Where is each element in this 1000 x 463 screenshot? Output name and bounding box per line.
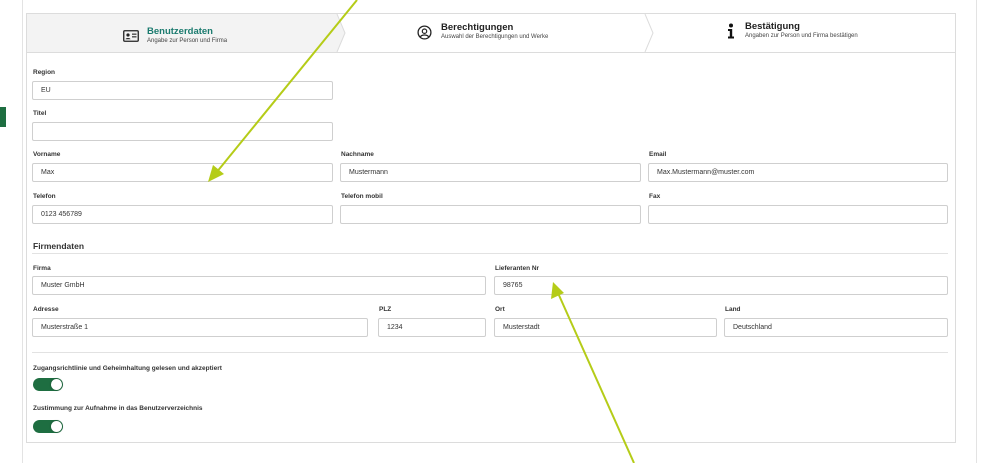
section-divider (32, 253, 948, 254)
email-input[interactable]: Max.Mustermann@muster.com (648, 163, 948, 182)
adresse-label: Adresse (33, 306, 59, 313)
telefon-input[interactable]: 0123 456789 (32, 205, 333, 224)
vorname-input[interactable]: Max (32, 163, 333, 182)
step-title: Benutzerdaten (147, 26, 213, 37)
step-separator (644, 14, 654, 52)
ort-label: Ort (495, 306, 505, 313)
plz-input[interactable]: 1234 (378, 318, 486, 337)
step-berechtigungen[interactable]: Berechtigungen Auswahl der Berechtigunge… (347, 14, 647, 52)
region-select[interactable]: EU (32, 81, 333, 100)
firma-label: Firma (33, 265, 51, 272)
lieferanten-nr-label: Lieferanten Nr (495, 265, 540, 272)
step-subtitle: Angaben zur Person und Firma bestätigen (745, 33, 858, 39)
step-title: Berechtigungen (441, 22, 514, 33)
plz-label: PLZ (379, 306, 392, 313)
step-benutzerdaten[interactable]: Benutzerdaten Angabe zur Person und Firm… (27, 14, 337, 52)
firmendaten-heading: Firmendaten (33, 241, 85, 251)
nachname-input[interactable]: Mustermann (340, 163, 641, 182)
step-separator (336, 14, 346, 52)
fax-label: Fax (649, 193, 661, 200)
firma-input[interactable]: Muster GmbH (32, 276, 486, 295)
zugang-toggle[interactable] (33, 378, 63, 391)
titel-label: Titel (33, 110, 47, 117)
titel-input[interactable] (32, 122, 333, 141)
info-icon (725, 23, 737, 39)
step-subtitle: Angabe zur Person und Firma (147, 38, 228, 44)
verzeichnis-toggle[interactable] (33, 420, 63, 433)
telefon-mobil-input[interactable] (340, 205, 641, 224)
fax-input[interactable] (648, 205, 948, 224)
toggle-knob (51, 379, 62, 390)
id-card-icon (123, 29, 139, 43)
region-label: Region (33, 69, 56, 76)
side-accent-tab (0, 107, 6, 127)
telefon-mobil-label: Telefon mobil (341, 193, 383, 200)
zugang-label: Zugangsrichtlinie und Geheimhaltung gele… (33, 365, 222, 372)
nachname-label: Nachname (341, 151, 374, 158)
land-label: Land (725, 306, 741, 313)
step-subtitle: Auswahl der Berechtigungen und Werke (441, 34, 549, 40)
step-bestaetigung[interactable]: Bestätigung Angaben zur Person und Firma… (655, 14, 955, 52)
telefon-label: Telefon (33, 193, 56, 200)
lieferanten-nr-input[interactable]: 98765 (494, 276, 948, 295)
vorname-label: Vorname (33, 151, 61, 158)
ort-input[interactable]: Musterstadt (494, 318, 717, 337)
adresse-input[interactable]: Musterstraße 1 (32, 318, 368, 337)
verzeichnis-label: Zustimmung zur Aufnahme in das Benutzerv… (33, 405, 203, 412)
at-sign-icon (415, 23, 433, 41)
registration-card: Benutzerdaten Angabe zur Person und Firm… (26, 13, 956, 443)
toggle-knob (51, 421, 62, 432)
section-divider (32, 352, 948, 353)
step-title: Bestätigung (745, 21, 800, 32)
email-label: Email (649, 151, 667, 158)
wizard-stepper: Benutzerdaten Angabe zur Person und Firm… (27, 14, 955, 53)
land-select[interactable]: Deutschland (724, 318, 948, 337)
